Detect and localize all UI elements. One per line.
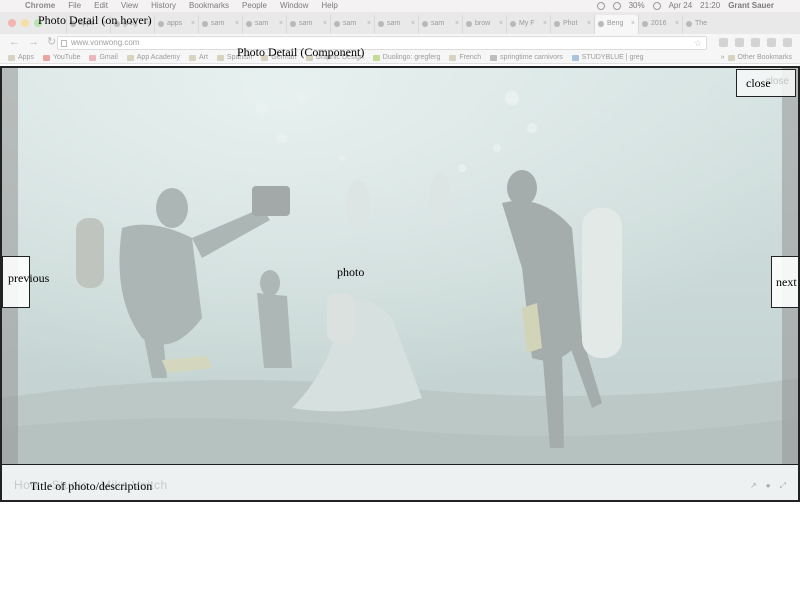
duolingo-icon (372, 54, 380, 61)
folder-icon (727, 54, 735, 61)
menu-app-name[interactable]: Chrome (25, 0, 55, 12)
studyblue-icon (571, 54, 579, 61)
extension-icon[interactable] (719, 38, 728, 47)
close-tab-icon[interactable]: × (455, 15, 459, 33)
minimize-window-button[interactable] (21, 19, 29, 27)
menu-bookmarks[interactable]: Bookmarks (189, 0, 229, 12)
sync-icon[interactable] (596, 2, 605, 10)
os-menu-bar: Chrome File Edit View History Bookmarks … (0, 0, 800, 12)
extension-icon[interactable] (735, 38, 744, 47)
close-tab-icon[interactable]: × (543, 15, 547, 33)
share-icon[interactable]: ↗ (750, 481, 757, 491)
menu-help[interactable]: Help (321, 0, 337, 12)
info-icon[interactable]: ● (766, 481, 771, 491)
close-tab-icon[interactable]: × (191, 15, 195, 33)
menu-date: Apr 24 (668, 1, 693, 10)
browser-tab[interactable]: sam × (330, 15, 374, 34)
menu-user[interactable]: Grant Sauer (728, 0, 774, 12)
bookmark-gmail[interactable]: Gmail (89, 52, 118, 63)
page-icon (61, 40, 67, 47)
bookmark-youtube[interactable]: YouTube (42, 52, 80, 63)
wifi-icon[interactable] (652, 2, 661, 10)
menu-time[interactable]: 21:20 (700, 0, 720, 12)
browser-tabs: apps × greg × apps × sam × sam × sam × sam × sa… (66, 15, 718, 34)
browser-tab[interactable]: sam × (242, 15, 286, 34)
close-tab-icon[interactable]: × (499, 15, 503, 33)
browser-tab[interactable]: The (682, 15, 718, 34)
next-label: next (776, 275, 797, 289)
caption-annotation-label: Title of photo/description (30, 479, 153, 493)
bookmark-duolingo[interactable]: Duolingo: gregferg (372, 52, 440, 63)
component-annotation-label: Photo Detail (Component) (237, 45, 365, 59)
folder-icon (449, 54, 457, 61)
back-arrow-icon[interactable]: ← (9, 36, 20, 48)
browser-window: Chrome File Edit View History Bookmarks … (0, 0, 800, 502)
close-tab-icon[interactable]: × (367, 15, 371, 33)
close-tab-icon[interactable]: × (411, 15, 415, 33)
close-tab-icon[interactable]: × (279, 15, 283, 33)
browser-tab[interactable]: Phot × (550, 15, 594, 34)
browser-tab[interactable]: brow × (462, 15, 506, 34)
close-tab-icon[interactable]: × (675, 15, 679, 33)
browser-tab[interactable]: My F × (506, 15, 550, 34)
youtube-icon (42, 54, 50, 61)
address-toolbar: ← → ↻ www.vonwong.com ☆ (0, 34, 800, 52)
chevron-double-right-icon[interactable]: » (721, 52, 725, 63)
extension-icon[interactable] (751, 38, 760, 47)
fullscreen-icon[interactable]: ⤢ (780, 481, 786, 491)
browser-tab[interactable]: 2016 × (638, 15, 682, 34)
bookmark-apps[interactable]: Apps (8, 52, 34, 63)
url-text: www.vonwong.com (71, 38, 140, 47)
close-window-button[interactable] (8, 19, 16, 27)
close-tab-icon[interactable]: × (235, 15, 239, 33)
apps-grid-icon (8, 54, 15, 61)
hover-annotation-label: Photo Detail (on hover) (38, 13, 152, 27)
menu-history[interactable]: History (151, 0, 176, 12)
folder-icon (126, 54, 134, 61)
photo-annotation-label: photo (337, 265, 365, 279)
bookmark-springtime[interactable]: springtime carnivors (490, 52, 563, 63)
bookmark-studyblue[interactable]: STUDYBLUE | greg (571, 52, 644, 63)
page-icon (490, 54, 498, 61)
other-bookmarks[interactable]: » Other Bookmarks (721, 52, 792, 63)
bookmark-star-icon[interactable]: ☆ (694, 37, 702, 49)
url-input[interactable]: www.vonwong.com ☆ (57, 36, 707, 50)
browser-tab[interactable]: apps × (154, 15, 198, 34)
extension-icons (719, 38, 792, 47)
extension-icon[interactable] (767, 38, 776, 47)
window-controls (8, 19, 42, 27)
browser-tab[interactable]: sam × (198, 15, 242, 34)
bookmark-french[interactable]: French (449, 52, 481, 63)
bookmark-art[interactable]: Art (188, 52, 208, 63)
close-button[interactable]: close close (736, 69, 796, 97)
close-tab-icon[interactable]: × (631, 15, 635, 33)
close-label: close (746, 76, 771, 90)
browser-tab[interactable]: sam × (418, 15, 462, 34)
menu-file[interactable]: File (68, 0, 81, 12)
chrome-menu-icon[interactable] (783, 38, 792, 47)
menu-people[interactable]: People (242, 0, 267, 12)
menu-view[interactable]: View (121, 0, 138, 12)
forward-arrow-icon[interactable]: → (28, 36, 39, 48)
close-tab-icon[interactable]: × (323, 15, 327, 33)
hover-wash (2, 68, 798, 500)
browser-tab-active[interactable]: Beng × (594, 15, 638, 34)
bookmark-app-academy[interactable]: App Academy (126, 52, 180, 63)
folder-icon (188, 54, 196, 61)
browser-tab[interactable]: sam × (374, 15, 418, 34)
browser-tab[interactable]: sam × (286, 15, 330, 34)
menu-window[interactable]: Window (280, 0, 308, 12)
reload-icon[interactable]: ↻ (47, 36, 56, 48)
bookmarks-bar: Apps YouTube Gmail App Academy Art Spani… (0, 52, 800, 64)
folder-icon (216, 54, 224, 61)
battery-percent: 30% (628, 1, 645, 10)
dropbox-icon[interactable] (612, 2, 621, 10)
gmail-icon (89, 54, 97, 61)
menu-edit[interactable]: Edit (94, 0, 108, 12)
close-tab-icon[interactable]: × (587, 15, 591, 33)
previous-label: previous (8, 271, 50, 285)
photo-detail-component (0, 66, 800, 502)
